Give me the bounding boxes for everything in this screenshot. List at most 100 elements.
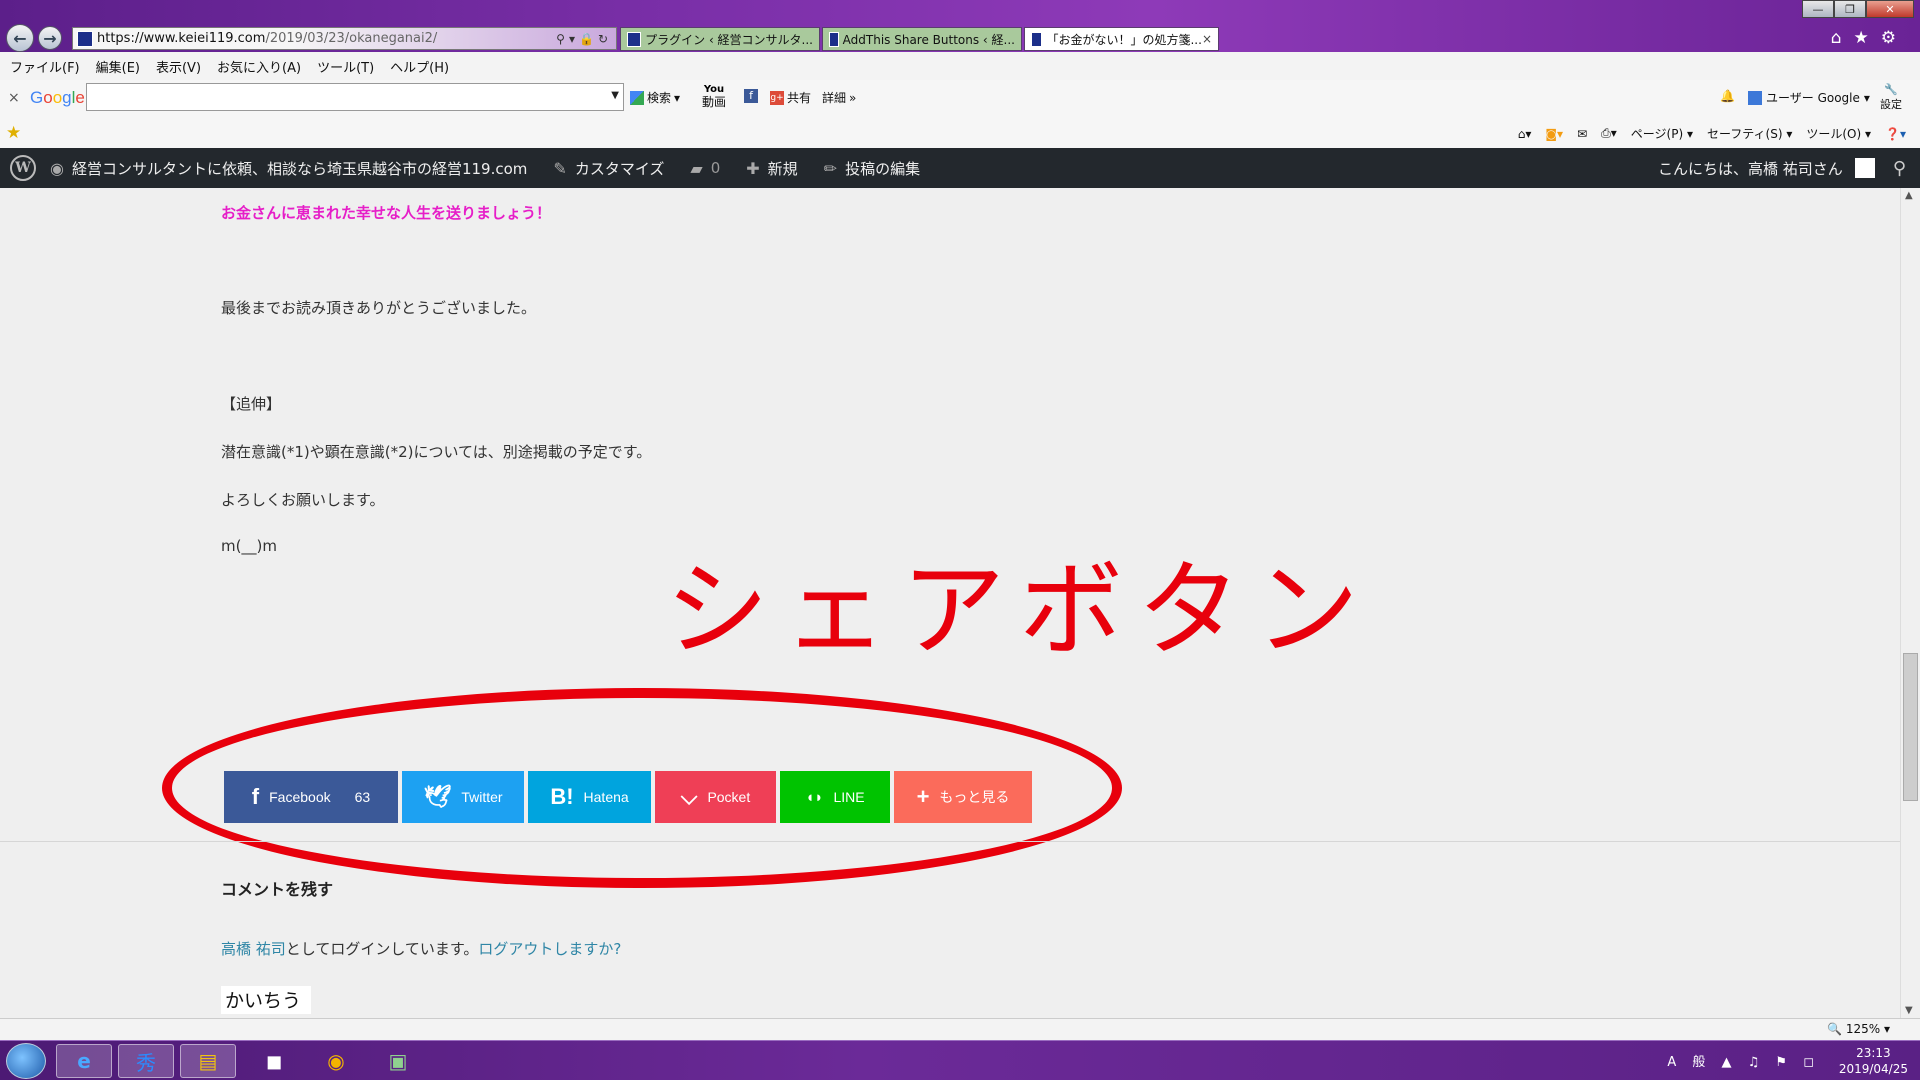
safety-menu-label: セーフティ(S) (1706, 127, 1783, 141)
taskbar-app-2[interactable]: 秀 (118, 1044, 174, 1078)
taskbar-ie[interactable]: e (56, 1044, 112, 1078)
url-text[interactable]: https://www.keiei119.com/2019/03/23/okan… (97, 31, 556, 46)
user-profile-link[interactable]: 高橋 祐司 (221, 940, 286, 958)
line-label: LINE (833, 789, 865, 805)
star-icon[interactable]: ★ (1854, 28, 1881, 48)
pink-closing-line: お金さんに恵まれた幸せな人生を送りましょう！ (221, 204, 552, 222)
menu-view[interactable]: 表示(V) (156, 57, 201, 76)
youtube-video-button[interactable]: You 動画 (702, 84, 726, 108)
settings-label: 設定 (1880, 98, 1902, 111)
new-label: 新規 (767, 159, 798, 178)
restore-button[interactable]: ❐ (1834, 0, 1866, 18)
detail-toolbar-button[interactable]: 詳細» (822, 89, 856, 106)
chevron-down-icon[interactable]: ▾ (569, 32, 579, 46)
google-user-button[interactable]: ユーザー Google ▾ (1748, 89, 1870, 106)
app-icon: ◼ (265, 1049, 283, 1073)
rss-icon[interactable]: ◙▾ (1545, 127, 1563, 141)
facebook-toolbar-button[interactable]: f (744, 89, 758, 103)
login-text: としてログインしています。 (285, 940, 479, 958)
hatena-icon: B! (550, 784, 574, 809)
share-toolbar-button[interactable]: g+ 共有 (770, 89, 811, 106)
wp-site-name[interactable]: ◉ 経営コンサルタントに依頼、相談なら埼玉県越谷市の経営119.com (50, 158, 527, 179)
print-icon[interactable]: ⎙▾ (1601, 126, 1617, 141)
google-search-button[interactable]: 検索 ▾ (630, 89, 680, 106)
gear-icon[interactable]: ⚙ (1881, 28, 1908, 48)
avatar[interactable] (1854, 158, 1875, 178)
wp-greeting[interactable]: こんにちは、高橋 祐司さん (1658, 158, 1843, 179)
clock-date: 2019/04/25 (1838, 1062, 1908, 1076)
comment-section-title: コメントを残す (221, 880, 334, 899)
facebook-share-button[interactable]: f Facebook 63 (224, 771, 398, 823)
zoom-control[interactable]: 🔍 125% ▾ (1827, 1022, 1890, 1036)
logout-link[interactable]: ログアウトしますか? (478, 940, 621, 958)
address-actions[interactable]: ⚲▾🔒↻ (556, 32, 616, 46)
google-toolbar: × Google ▼ 検索 ▾ You 動画 f g+ 共有 詳細» 🔔 ユーザー G… (0, 80, 1920, 118)
wp-comments[interactable]: ▰ 0 (690, 159, 720, 178)
user-label: ユーザー Google (1766, 91, 1860, 105)
google-search-input[interactable]: ▼ (86, 83, 624, 111)
taskbar-chrome[interactable]: ◉ (308, 1044, 364, 1078)
taskbar-explorer[interactable]: ▤ (180, 1044, 236, 1078)
notification-bell[interactable]: 🔔 (1720, 89, 1735, 103)
menu-edit[interactable]: 編集(E) (96, 57, 140, 76)
google-settings-button[interactable]: 🔧 設定 (1880, 83, 1902, 112)
chevron-down-icon[interactable]: ▼ (611, 90, 619, 101)
tab-addthis[interactable]: AddThis Share Buttons ‹ 経... (822, 27, 1022, 51)
home-icon[interactable]: ⌂ (1831, 28, 1854, 48)
favorites-star-icon[interactable]: ★ (6, 123, 21, 143)
help-icon[interactable]: ❓▾ (1885, 127, 1906, 141)
chevron-down-icon: ▾ (674, 90, 681, 105)
minimize-button[interactable]: — (1802, 0, 1834, 18)
arrow-left-icon: ← (13, 28, 27, 48)
home-icon[interactable]: ⌂▾ (1518, 127, 1532, 141)
vertical-scrollbar[interactable]: ▲ ▼ (1900, 188, 1920, 1018)
menu-tools[interactable]: ツール(T) (317, 57, 374, 76)
detail-label: 詳細 (822, 91, 847, 105)
tools-menu[interactable]: ツール(O) ▾ (1806, 125, 1871, 142)
scroll-down-icon[interactable]: ▼ (1905, 1005, 1913, 1016)
menu-file[interactable]: ファイル(F) (10, 57, 80, 76)
twitter-label: Twitter (461, 789, 503, 805)
close-icon[interactable]: × (8, 90, 20, 106)
more-share-button[interactable]: + もっと見る (894, 771, 1032, 823)
pocket-label: Pocket (707, 789, 751, 805)
mail-icon[interactable]: ✉ (1577, 127, 1587, 141)
zoom-level: 125% (1845, 1022, 1881, 1036)
tab-current-post[interactable]: 「お金がない！」の処方箋... × (1024, 27, 1219, 51)
safety-menu[interactable]: セーフティ(S) ▾ (1707, 125, 1792, 142)
page-menu[interactable]: ページ(P) ▾ (1631, 125, 1693, 142)
line-share-button[interactable]: ◖◗ LINE (780, 771, 890, 823)
thanks-text: 最後までお読み頂きありがとうございました。 (221, 299, 537, 317)
plus-icon: ✚ (746, 158, 760, 178)
pocket-share-button[interactable]: ⌵ Pocket (655, 771, 776, 823)
hatena-label: Hatena (583, 789, 629, 805)
wp-edit-post[interactable]: ✏ 投稿の編集 (824, 158, 920, 179)
address-bar[interactable]: https://www.keiei119.com/2019/03/23/okan… (72, 27, 617, 50)
taskbar-app-6[interactable]: ▣ (370, 1044, 426, 1078)
start-button[interactable] (6, 1043, 46, 1079)
scroll-up-icon[interactable]: ▲ (1905, 190, 1913, 201)
system-clock[interactable]: 23:13 2019/04/25 (1839, 1045, 1908, 1077)
window-close-button[interactable]: ✕ (1866, 0, 1914, 18)
taskbar-app-4[interactable]: ◼ (246, 1044, 302, 1078)
system-tray-icons[interactable]: A 般 ▲ ♫ ⚑ ◻ (1667, 1051, 1820, 1070)
lock-icon[interactable]: 🔒 (579, 32, 598, 46)
page-menu-label: ページ(P) (1630, 127, 1684, 141)
search-icon[interactable]: ⚲ (1893, 158, 1906, 179)
wp-new[interactable]: ✚ 新規 (746, 158, 797, 179)
forward-button[interactable]: → (38, 26, 62, 50)
url-host: https://www.keiei119.com (97, 31, 266, 46)
twitter-share-button[interactable]: 🕊 Twitter (402, 771, 524, 823)
search-icon[interactable]: ⚲ (556, 32, 569, 46)
menu-favorites[interactable]: お気に入り(A) (217, 57, 301, 76)
bow-text: m(__)m (221, 537, 277, 555)
menu-help[interactable]: ヘルプ(H) (390, 57, 449, 76)
wp-customize[interactable]: ✎ カスタマイズ (553, 158, 664, 179)
tab-plugins[interactable]: プラグイン ‹ 経営コンサルタ... (620, 27, 820, 51)
wordpress-logo-icon[interactable]: W (10, 155, 36, 181)
refresh-icon[interactable]: ↻ (598, 32, 612, 46)
close-icon[interactable]: × (1202, 32, 1212, 46)
scrollbar-thumb[interactable] (1903, 653, 1918, 801)
back-button[interactable]: ← (6, 24, 34, 52)
hatena-share-button[interactable]: B! Hatena (528, 771, 651, 823)
